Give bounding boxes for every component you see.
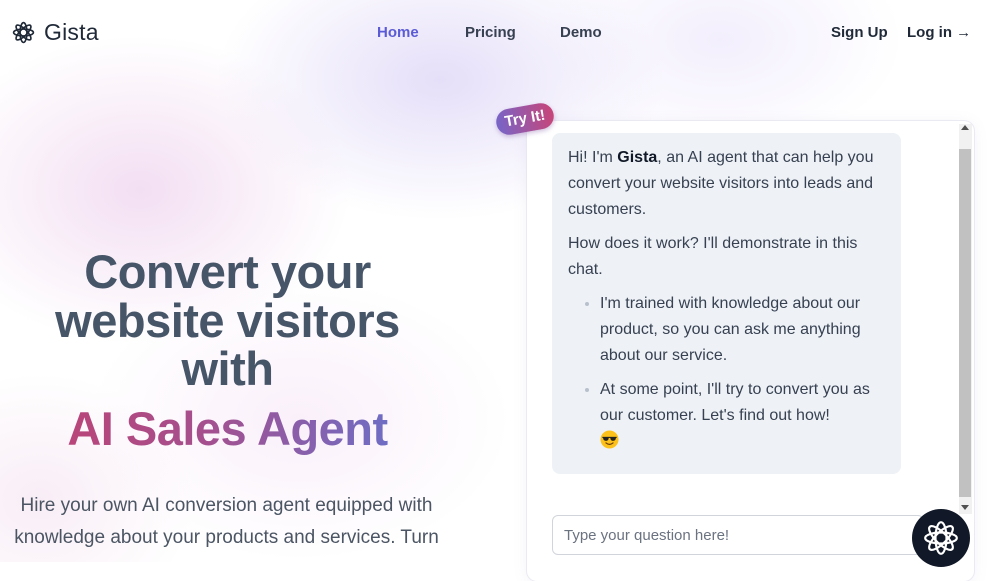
- chat-question-input[interactable]: [552, 515, 924, 555]
- chat-message-bubble: Hi! I'm Gista, an AI agent that can help…: [552, 133, 901, 474]
- hero-heading-line1: Convert your: [84, 245, 371, 298]
- nav-home[interactable]: Home: [377, 24, 419, 41]
- chat-bullet-item: I'm trained with knowledge about our pro…: [600, 291, 885, 369]
- chat-intro-pre: Hi! I'm: [568, 149, 618, 166]
- hero-heading-line2: website visitors: [55, 293, 400, 347]
- chat-bullet1-text: I'm trained with knowledge about our pro…: [600, 295, 861, 364]
- chat-intro-text: Hi! I'm Gista, an AI agent that can help…: [568, 145, 885, 223]
- nav-pricing[interactable]: Pricing: [465, 24, 516, 41]
- scroll-down-arrow-icon[interactable]: [961, 505, 969, 510]
- brand-name: Gista: [44, 19, 99, 45]
- hero-subtitle: Hire your own AI conversion agent equipp…: [0, 490, 453, 554]
- hero-heading-line3: with: [181, 342, 274, 395]
- chat-launcher-button[interactable]: [912, 509, 970, 567]
- scroll-up-arrow-icon[interactable]: [961, 125, 969, 130]
- chat-bullet-list: I'm trained with knowledge about our pro…: [568, 291, 885, 455]
- nav-demo[interactable]: Demo: [560, 24, 602, 41]
- flower-logo-icon: [12, 21, 35, 44]
- hero-subtitle-line1: Hire your own AI conversion agent equipp…: [20, 495, 433, 516]
- sunglasses-emoji-icon: [600, 430, 619, 449]
- hero-subtitle-line2: knowledge about your products and servic…: [14, 527, 439, 548]
- login-link[interactable]: Log in →: [907, 24, 971, 41]
- chat-agent-name: Gista: [617, 149, 658, 166]
- flower-logo-icon: [924, 521, 958, 555]
- hero-heading: Convert your website visitors with: [0, 245, 455, 395]
- chat-bullet-item: At some point, I'll try to convert you a…: [600, 377, 885, 455]
- brand-logo[interactable]: Gista: [11, 19, 99, 46]
- signup-link[interactable]: Sign Up: [831, 24, 888, 41]
- chat-scrollbar-thumb[interactable]: [959, 149, 971, 497]
- chat-bullet2-text: At some point, I'll try to convert you a…: [600, 381, 870, 424]
- hero-gradient-heading: AI Sales Agent: [0, 402, 455, 456]
- chat-how-text: How does it work? I'll demonstrate in th…: [568, 235, 858, 278]
- chat-widget: Hi! I'm Gista, an AI agent that can help…: [527, 121, 974, 581]
